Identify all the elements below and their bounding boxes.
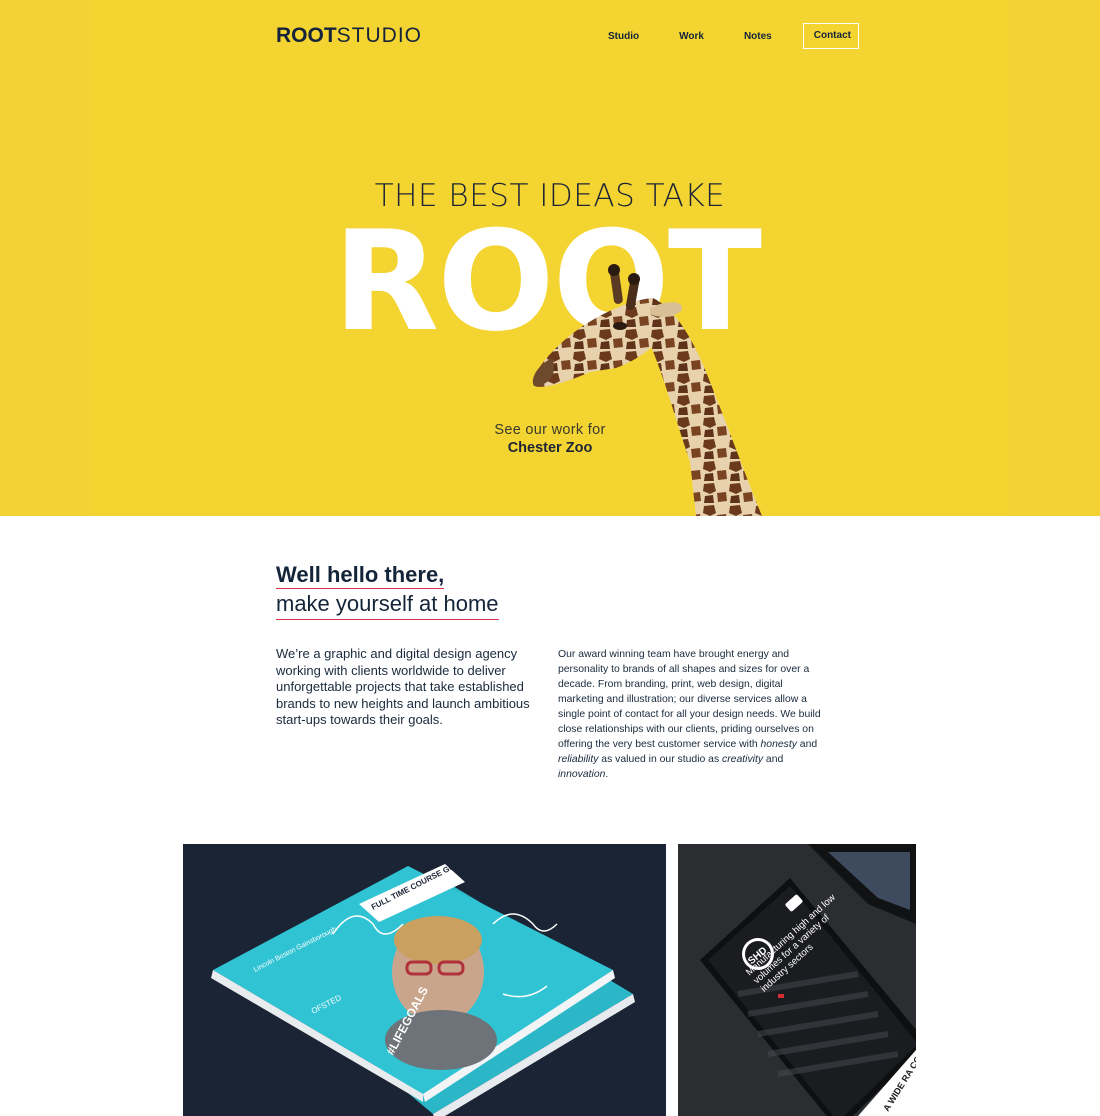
logo-light-text: STUDIO (336, 24, 423, 47)
logo-bold-text: ROOT (276, 24, 337, 47)
right-and-2: and (763, 754, 784, 765)
giraffe-image (532, 264, 762, 516)
hero-section: ROOTSTUDIO Studio Work Notes Contact THE… (0, 0, 1100, 516)
right-em-reliability: reliability (558, 754, 599, 765)
nav-item-studio[interactable]: Studio (595, 24, 652, 49)
right-em-honesty: honesty (760, 739, 797, 750)
cta-line-1: See our work for (494, 422, 606, 438)
right-em-creativity: creativity (722, 754, 764, 765)
right-em-innovation: innovation (558, 769, 606, 780)
nav-item-work[interactable]: Work (666, 24, 717, 49)
hero-cta[interactable]: See our work for Chester Zoo (0, 422, 1100, 456)
intro-heading: Well hello there, (276, 562, 836, 589)
right-text-2: as valued in our studio as (598, 754, 723, 765)
site-logo[interactable]: ROOTSTUDIO (276, 24, 422, 48)
intro-heading-block: Well hello there, make yourself at home (276, 562, 836, 620)
right-end: . (605, 769, 609, 780)
intro-left-paragraph: We’re a graphic and digital design agenc… (276, 646, 530, 728)
course-guide-image: FULL TIME COURSE GUIDE Lincoln Boston Ga… (183, 844, 666, 1116)
right-and-1: and (796, 739, 818, 750)
right-text-1: Our award winning team have brought ener… (558, 649, 821, 750)
intro-heading-text: Well hello there, (276, 562, 445, 589)
contact-button[interactable]: Contact (802, 23, 859, 49)
cta-client-name[interactable]: Chester Zoo (0, 440, 1100, 456)
intro-right-paragraph: Our award winning team have brought ener… (558, 647, 822, 782)
shd-phone-image: SHD Manufacturing high and low volumes f… (678, 844, 916, 1116)
intro-subheading: make yourself at home (276, 589, 499, 620)
main-nav: Studio Work Notes Contact (595, 23, 859, 49)
nav-item-notes[interactable]: Notes (731, 24, 785, 49)
work-tile-shd-mobile[interactable]: SHD Manufacturing high and low volumes f… (678, 844, 916, 1116)
work-tile-course-guide[interactable]: FULL TIME COURSE GUIDE Lincoln Boston Ga… (183, 844, 666, 1116)
